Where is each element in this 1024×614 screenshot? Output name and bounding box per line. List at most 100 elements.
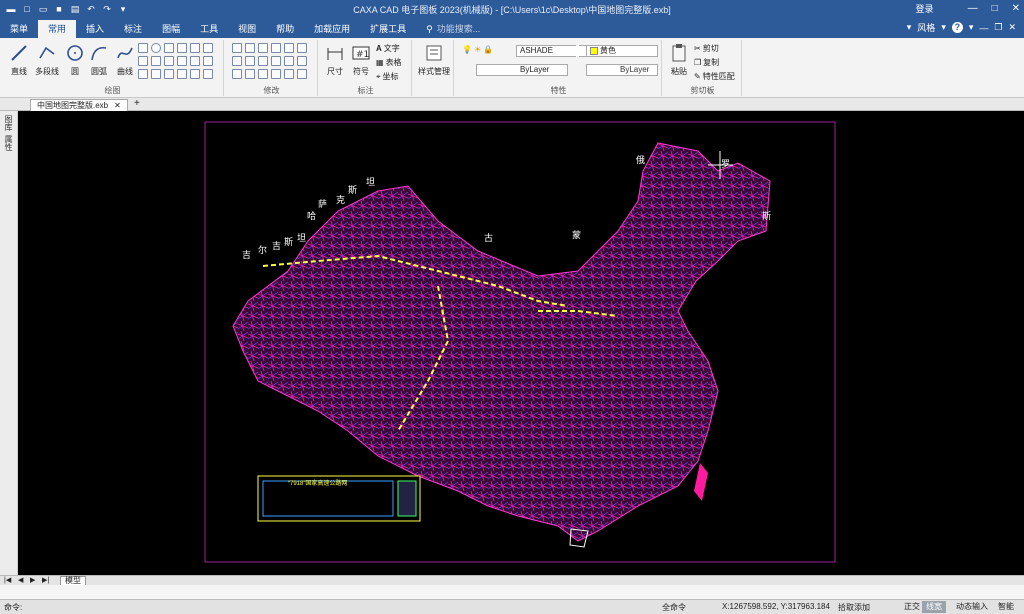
lineweight-select[interactable]: ByLayer — [586, 64, 658, 76]
hatch-icon[interactable] — [190, 43, 200, 53]
trim-icon[interactable] — [245, 43, 255, 53]
spline-icon[interactable] — [203, 43, 213, 53]
pick-mode[interactable]: 拾取添加 — [838, 602, 870, 613]
fillet-icon[interactable] — [284, 56, 294, 66]
chamfer-icon[interactable] — [164, 56, 174, 66]
layer-tools[interactable]: 💡 ☀ 🔒 — [462, 45, 493, 54]
align-icon[interactable] — [297, 69, 307, 79]
maximize-icon[interactable]: □ — [992, 3, 998, 14]
document-tab[interactable]: 中国地图完整版.exb ✕ — [30, 99, 128, 111]
minimize-icon[interactable]: — — [968, 3, 978, 14]
stretch-icon[interactable] — [245, 69, 255, 79]
doc-minimize-icon[interactable]: — — [979, 23, 988, 33]
tab-load-apps[interactable]: 加载应用 — [304, 20, 360, 38]
image-icon[interactable] — [203, 56, 213, 66]
lineweight-toggle[interactable]: 线宽 — [922, 601, 946, 613]
block-icon[interactable] — [190, 56, 200, 66]
color-select[interactable]: 黄色 — [586, 45, 658, 57]
offset-line-icon[interactable] — [151, 56, 161, 66]
drawing-canvas[interactable]: 俄 罗 斯 哈 萨 克 斯 坦 吉 尔 吉 斯 坦 古 蒙 “7918”国家高速… — [18, 111, 1024, 575]
dynamic-input-toggle[interactable]: 动态输入 — [952, 601, 992, 613]
nav-last-icon[interactable]: ▶| — [42, 576, 49, 584]
tab-insert[interactable]: 插入 — [76, 20, 114, 38]
layout-tab-bar: |◀ ◀ ▶ ▶| 模型 — [0, 575, 1024, 586]
tab-annotate[interactable]: 标注 — [114, 20, 152, 38]
text-icon[interactable] — [177, 56, 187, 66]
scale-icon[interactable] — [258, 56, 268, 66]
command-area[interactable] — [0, 585, 1024, 599]
nav-next-icon[interactable]: ▶ — [30, 576, 35, 584]
style-dropdown-icon[interactable]: ▾ — [907, 22, 912, 33]
text-button[interactable]: A 文字 — [376, 43, 400, 54]
copy-icon[interactable] — [271, 43, 281, 53]
line-button[interactable]: 直线 — [6, 42, 32, 77]
close-icon[interactable]: ✕ — [1012, 3, 1020, 14]
style-chevron-icon[interactable]: ▾ — [941, 22, 946, 33]
point-icon[interactable] — [177, 43, 187, 53]
cut-button[interactable]: ✂ 剪切 — [694, 43, 719, 54]
curve-button[interactable]: 曲线 — [112, 42, 138, 77]
polyline-button[interactable]: 多段线 — [32, 42, 62, 77]
extend-icon[interactable] — [258, 43, 268, 53]
symbol-button[interactable]: #1 符号 — [348, 42, 374, 77]
login-link[interactable]: 登录 — [916, 2, 934, 15]
mirror-icon[interactable] — [232, 56, 242, 66]
arc-button[interactable]: 圆弧 — [86, 42, 112, 77]
wave-icon[interactable] — [177, 69, 187, 79]
tab-help[interactable]: 帮助 — [266, 20, 304, 38]
doc-close-icon[interactable]: ✕ — [1008, 22, 1016, 33]
dimension-button[interactable]: 尺寸 — [322, 42, 348, 77]
tab-sheet[interactable]: 图幅 — [152, 20, 190, 38]
doc-restore-icon[interactable]: ❐ — [994, 22, 1002, 33]
nav-first-icon[interactable]: |◀ — [4, 576, 11, 584]
rotate-icon[interactable] — [245, 56, 255, 66]
layer-icon[interactable] — [297, 43, 307, 53]
lock-icon[interactable] — [271, 69, 281, 79]
smart-snap-toggle[interactable]: 智能 — [994, 601, 1018, 613]
more-icon[interactable] — [203, 69, 213, 79]
function-search[interactable]: ⚲ 功能搜索... — [416, 20, 490, 38]
command-prompt[interactable]: 命令: — [4, 602, 22, 613]
ribbon-panel: 直线 多段线 圆 圆弧 曲线 绘图 修改 尺寸 #1 符号 A 文字 ▦ 表格 … — [0, 38, 1024, 98]
tab-menu[interactable]: 菜单 — [0, 20, 38, 38]
ortho-toggle[interactable]: 正交 — [900, 601, 924, 613]
polygon-icon[interactable] — [164, 43, 174, 53]
properties-panel-tab[interactable]: 属性 — [3, 135, 14, 151]
explode-icon[interactable] — [232, 69, 242, 79]
tab-view[interactable]: 视图 — [228, 20, 266, 38]
coordinate-button[interactable]: ⌖ 坐标 — [376, 71, 399, 82]
paste-button[interactable]: 粘贴 — [666, 42, 692, 77]
library-panel-tab[interactable]: 图库 — [3, 115, 14, 131]
linetype-select[interactable]: ByLayer — [476, 64, 568, 76]
centerline-icon[interactable] — [138, 56, 148, 66]
all-commands[interactable]: 全命令 — [662, 602, 686, 613]
help-icon[interactable]: ? — [951, 22, 963, 33]
tab-common[interactable]: 常用 — [38, 20, 77, 38]
tab-extension-tools[interactable]: 扩展工具 — [360, 20, 416, 38]
style-manager-button[interactable]: 样式管理 — [418, 42, 450, 77]
cloud-icon[interactable] — [284, 69, 294, 79]
circle-button[interactable]: 圆 — [62, 42, 88, 77]
grid-icon: ▦ — [376, 58, 384, 67]
break-icon[interactable] — [297, 56, 307, 66]
array-icon[interactable] — [271, 56, 281, 66]
nav-prev-icon[interactable]: ◀ — [18, 576, 23, 584]
pen-icon[interactable] — [151, 69, 161, 79]
move-icon[interactable] — [232, 43, 242, 53]
match-properties-button[interactable]: ✎ 特性匹配 — [694, 71, 735, 82]
star-icon[interactable] — [190, 69, 200, 79]
rectangle-icon[interactable] — [138, 43, 148, 53]
label-ke: 克 — [336, 195, 346, 205]
tab-tools[interactable]: 工具 — [190, 20, 228, 38]
add-tab-button[interactable]: + — [134, 98, 140, 109]
copy-button[interactable]: ❐ 复制 — [694, 57, 719, 68]
table-icon[interactable] — [164, 69, 174, 79]
ribbon-options-icon[interactable]: ▾ — [969, 22, 974, 33]
time-icon[interactable] — [258, 69, 268, 79]
brush-icon[interactable] — [138, 69, 148, 79]
ellipse-icon[interactable] — [151, 43, 161, 53]
erase-icon[interactable] — [284, 43, 294, 53]
table-button[interactable]: ▦ 表格 — [376, 57, 402, 68]
style-label[interactable]: 风格 — [917, 21, 935, 34]
tab-close-icon[interactable]: ✕ — [114, 100, 121, 111]
